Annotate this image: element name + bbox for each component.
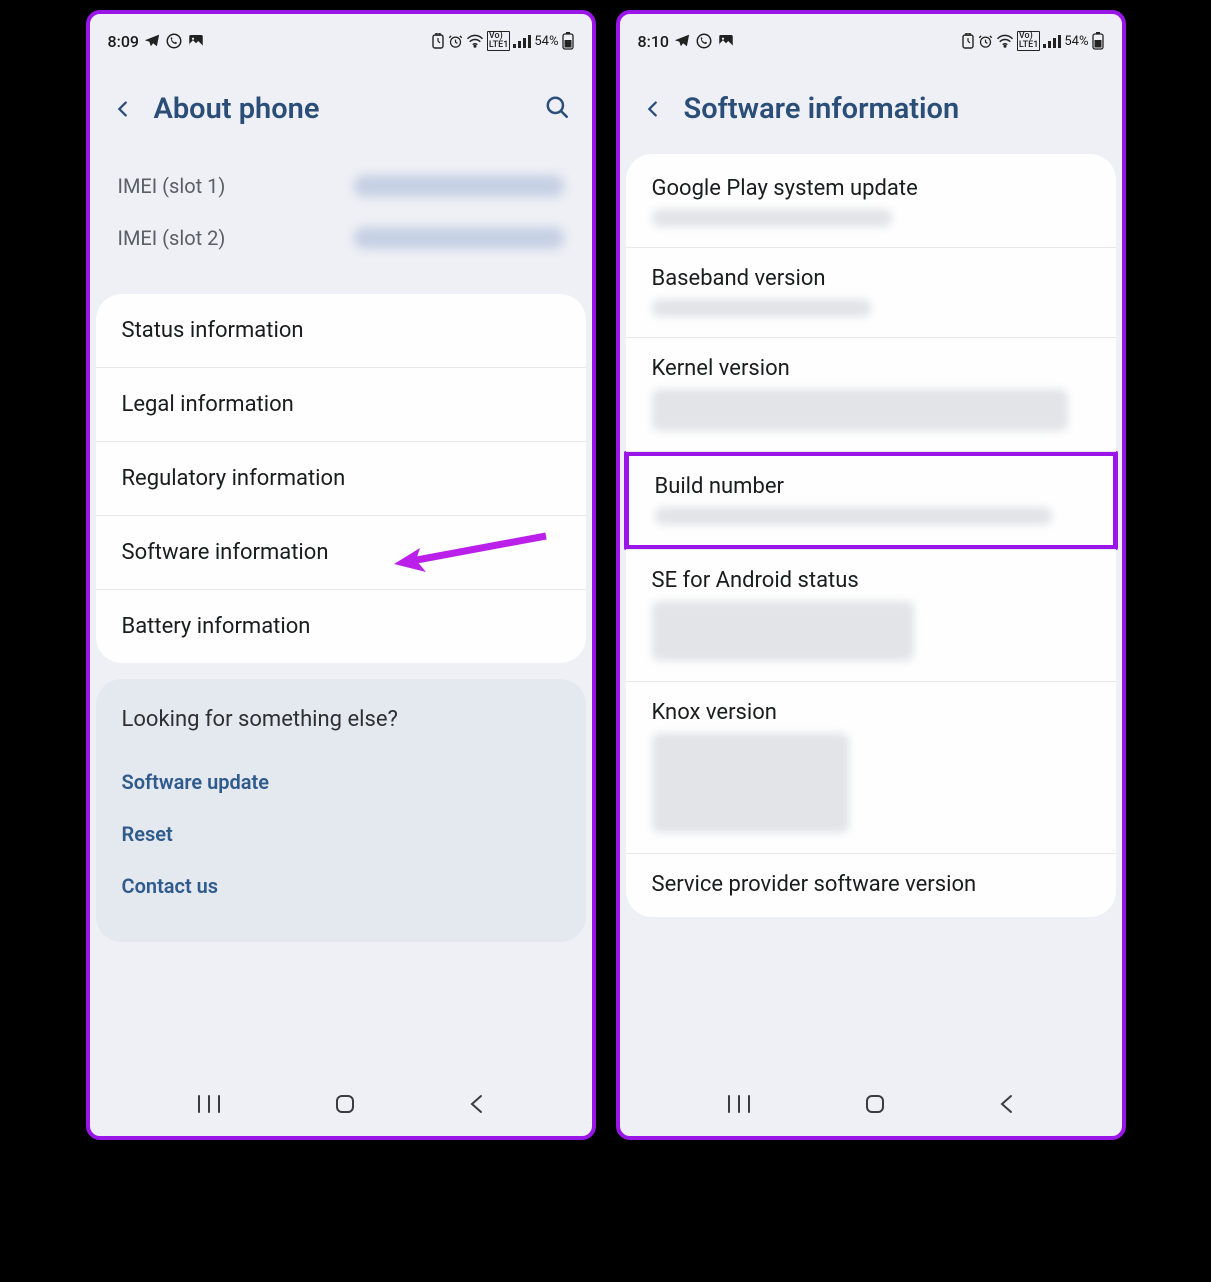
item-regulatory-info[interactable]: Regulatory information xyxy=(96,442,586,516)
nav-back[interactable] xyxy=(467,1092,487,1120)
signal-icon xyxy=(1043,34,1061,48)
recents-icon xyxy=(195,1094,223,1114)
whatsapp-icon xyxy=(165,32,183,50)
value-redacted xyxy=(655,507,1052,525)
telegram-icon xyxy=(143,32,161,50)
back-button[interactable] xyxy=(642,94,664,124)
status-bar: 8:09 Vo)LTE1 54% xyxy=(90,14,592,64)
item-build-number[interactable]: Build number xyxy=(629,456,1113,545)
home-icon xyxy=(333,1092,357,1116)
item-label: Baseband version xyxy=(652,266,826,291)
value-redacted xyxy=(652,733,849,833)
chevron-left-icon xyxy=(642,94,664,124)
value-redacted xyxy=(652,209,893,227)
item-label: Knox version xyxy=(652,700,777,725)
value-redacted xyxy=(652,299,871,317)
item-label: Service provider software version xyxy=(652,872,977,897)
wifi-icon xyxy=(466,34,484,48)
item-service-provider[interactable]: Service provider software version xyxy=(626,854,1116,917)
nav-recents[interactable] xyxy=(725,1094,753,1118)
imei-label: IMEI (slot 2) xyxy=(118,226,226,250)
item-kernel[interactable]: Kernel version xyxy=(626,338,1116,452)
item-label: Build number xyxy=(655,474,784,499)
nav-back[interactable] xyxy=(997,1092,1017,1120)
header: About phone xyxy=(90,64,592,144)
item-status-info[interactable]: Status information xyxy=(96,294,586,368)
imei-row-2[interactable]: IMEI (slot 2) xyxy=(118,212,564,264)
battery-saver-icon xyxy=(961,33,975,49)
value-redacted xyxy=(652,601,915,661)
imei-section: IMEI (slot 1) IMEI (slot 2) xyxy=(96,144,586,284)
search-button[interactable] xyxy=(544,94,570,124)
item-google-play-update[interactable]: Google Play system update xyxy=(626,158,1116,248)
status-bar: 8:10 Vo)LTE1 54% xyxy=(620,14,1122,64)
phone-software-info: 8:10 Vo)LTE1 54% Software information xyxy=(616,10,1126,1140)
status-time: 8:09 xyxy=(108,32,140,51)
gallery-icon xyxy=(717,32,735,50)
whatsapp-icon xyxy=(695,32,713,50)
nav-recents[interactable] xyxy=(195,1094,223,1118)
software-section: Google Play system update Baseband versi… xyxy=(626,154,1116,917)
alarm-icon xyxy=(978,34,993,49)
back-icon xyxy=(997,1092,1017,1116)
search-icon xyxy=(544,94,570,120)
nav-bar xyxy=(90,1076,592,1136)
nav-home[interactable] xyxy=(863,1092,887,1120)
item-label: Kernel version xyxy=(652,356,790,381)
home-icon xyxy=(863,1092,887,1116)
chevron-left-icon xyxy=(112,94,134,124)
link-software-update[interactable]: Software update xyxy=(122,756,560,808)
imei-value-redacted xyxy=(354,175,564,197)
item-label: Software information xyxy=(122,540,329,565)
recents-icon xyxy=(725,1094,753,1114)
link-reset[interactable]: Reset xyxy=(122,808,560,860)
imei-row-1[interactable]: IMEI (slot 1) xyxy=(118,160,564,212)
header: Software information xyxy=(620,64,1122,144)
battery-percent: 54% xyxy=(534,34,558,49)
wifi-icon xyxy=(996,34,1014,48)
item-label: SE for Android status xyxy=(652,568,859,593)
item-software-info[interactable]: Software information xyxy=(96,516,586,590)
item-se-android[interactable]: SE for Android status xyxy=(626,549,1116,682)
back-icon xyxy=(467,1092,487,1116)
phone-about: 8:09 Vo)LTE1 54% About phone xyxy=(86,10,596,1140)
signal-icon xyxy=(513,34,531,48)
item-baseband[interactable]: Baseband version xyxy=(626,248,1116,338)
page-title: About phone xyxy=(154,92,524,126)
item-label: Google Play system update xyxy=(652,176,918,201)
nav-home[interactable] xyxy=(333,1092,357,1120)
imei-value-redacted xyxy=(354,227,564,249)
battery-icon xyxy=(562,32,574,50)
alarm-icon xyxy=(448,34,463,49)
battery-saver-icon xyxy=(431,33,445,49)
back-button[interactable] xyxy=(112,94,134,124)
link-contact-us[interactable]: Contact us xyxy=(122,860,560,912)
page-title: Software information xyxy=(684,92,1100,126)
volte-icon: Vo)LTE1 xyxy=(1017,31,1040,51)
info-section: Status information Legal information Reg… xyxy=(96,294,586,663)
item-legal-info[interactable]: Legal information xyxy=(96,368,586,442)
suggestion-title: Looking for something else? xyxy=(122,707,560,732)
battery-icon xyxy=(1092,32,1104,50)
arrow-annotation-icon xyxy=(386,524,556,579)
item-battery-info[interactable]: Battery information xyxy=(96,590,586,663)
nav-bar xyxy=(620,1076,1122,1136)
item-knox[interactable]: Knox version xyxy=(626,682,1116,854)
value-redacted xyxy=(652,389,1068,431)
imei-label: IMEI (slot 1) xyxy=(118,174,226,198)
volte-icon: Vo)LTE1 xyxy=(487,31,510,51)
telegram-icon xyxy=(673,32,691,50)
gallery-icon xyxy=(187,32,205,50)
battery-percent: 54% xyxy=(1064,34,1088,49)
suggestion-card: Looking for something else? Software upd… xyxy=(96,679,586,942)
status-time: 8:10 xyxy=(638,32,670,51)
